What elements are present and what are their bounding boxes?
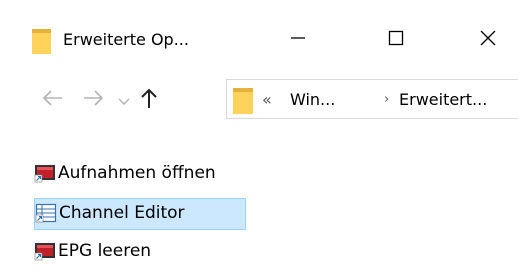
list-item-label: EPG leeren: [58, 241, 152, 261]
app-shortcut-icon: [34, 163, 56, 183]
arrow-up-icon: [139, 87, 159, 113]
app-shortcut-icon: [34, 241, 56, 261]
back-button[interactable]: [40, 83, 66, 117]
channel-editor-shortcut-icon: [35, 203, 57, 223]
list-item-selected[interactable]: Channel Editor: [35, 198, 185, 228]
list-item[interactable]: EPG leeren: [34, 236, 151, 266]
folder-icon: [233, 87, 253, 114]
maximize-button[interactable]: [369, 20, 423, 60]
up-button[interactable]: [136, 83, 162, 117]
list-item-label: Aufnahmen öffnen: [58, 163, 216, 183]
close-button[interactable]: [461, 20, 515, 60]
maximize-icon: [386, 28, 406, 52]
arrow-right-icon: [82, 89, 104, 111]
list-item[interactable]: Aufnahmen öffnen: [34, 158, 216, 188]
address-segment-windows[interactable]: Win...: [290, 88, 335, 112]
minimize-icon: [288, 28, 308, 52]
list-item-label: Channel Editor: [59, 203, 185, 223]
address-separator-icon[interactable]: ›: [384, 88, 389, 112]
recent-locations-button[interactable]: [115, 83, 133, 117]
chevron-down-icon: [118, 91, 130, 110]
address-segment-current[interactable]: Erweitert...: [399, 88, 487, 112]
folder-icon: [32, 28, 51, 54]
address-overflow-chevron[interactable]: «: [262, 88, 272, 112]
window-title: Erweiterte Op...: [63, 30, 189, 49]
arrow-left-icon: [42, 89, 64, 111]
minimize-button[interactable]: [271, 20, 325, 60]
forward-button[interactable]: [80, 83, 106, 117]
close-icon: [478, 28, 498, 52]
